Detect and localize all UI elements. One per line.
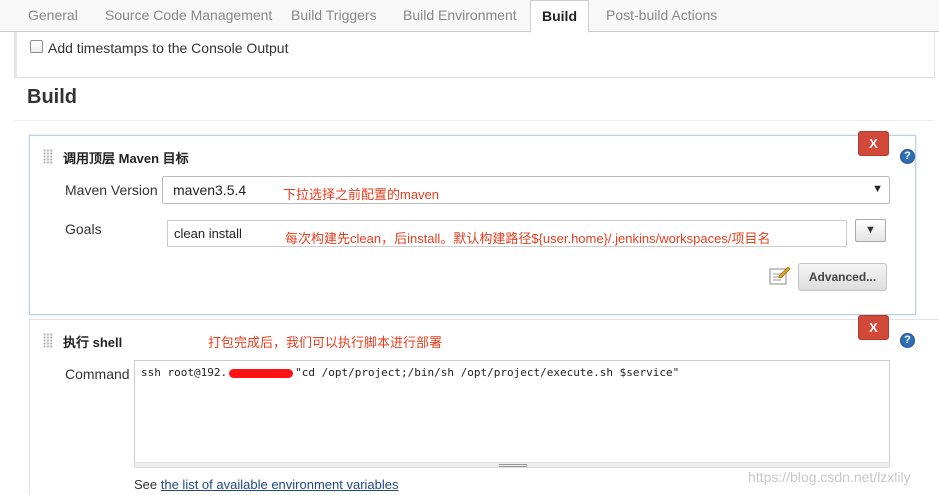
goals-note: 每次构建先clean，后install。默认构建路径${user.home}/.… [285,231,771,246]
tab-build[interactable]: Build [530,0,589,33]
command-text: ssh root@192. "cd /opt/project;/bin/sh /o… [141,366,679,379]
goals-label: Goals [65,221,102,237]
advanced-button[interactable]: Advanced... [798,263,887,291]
command-label: Command [65,366,130,382]
redaction-mark [229,368,294,378]
command-suffix: "cd /opt/project;/bin/sh /opt/project/ex… [295,366,680,379]
help-icon[interactable]: ? [900,333,915,348]
maven-version-note: 下拉选择之前配置的maven [283,187,440,202]
timestamps-checkbox[interactable] [30,40,43,53]
dropdown-arrow-icon: ▼ [872,183,883,195]
config-tabs: General Source Code Management Build Tri… [0,0,939,33]
shell-step-title: 执行 shell [63,335,123,350]
textarea-resize-handle[interactable] [134,462,890,468]
maven-version-value: maven3.5.4 [173,182,247,198]
maven-version-select[interactable]: maven3.5.4 ▼ [162,176,890,204]
env-vars-hint: See the list of available environment va… [134,477,399,492]
command-textarea[interactable]: ssh root@192. "cd /opt/project;/bin/sh /o… [134,360,890,464]
section-title: Build [27,86,77,108]
watermark: https://blog.csdn.net/lzxlily [748,469,911,485]
timestamps-label: Add timestamps to the Console Output [48,40,289,56]
env-vars-link[interactable]: the list of available environment variab… [161,477,399,492]
maven-version-label: Maven Version [65,182,158,198]
goals-value: clean install [174,226,242,241]
env-vars-prefix: See [134,477,161,492]
delete-maven-step-button[interactable]: X [858,131,889,156]
drag-handle-icon[interactable] [43,149,53,164]
notepad-icon [769,266,791,285]
tab-general[interactable]: General [28,0,78,32]
maven-step-title: 调用顶层 Maven 目标 [63,151,189,166]
tab-source-code-management[interactable]: Source Code Management [105,0,272,32]
command-prefix: ssh root@192. [141,366,228,379]
tab-build-environment[interactable]: Build Environment [403,0,517,32]
tab-build-triggers[interactable]: Build Triggers [291,0,377,32]
section-divider [14,120,935,121]
expand-textbox-button[interactable]: ▼ [855,219,886,242]
drag-handle-icon[interactable] [43,333,53,348]
shell-step-note: 打包完成后，我们可以执行脚本进行部署 [208,335,443,350]
tab-post-build-actions[interactable]: Post-build Actions [606,0,717,32]
help-icon[interactable]: ? [900,149,915,164]
timestamps-row: Add timestamps to the Console Output [14,32,935,78]
delete-shell-step-button[interactable]: X [858,315,889,340]
